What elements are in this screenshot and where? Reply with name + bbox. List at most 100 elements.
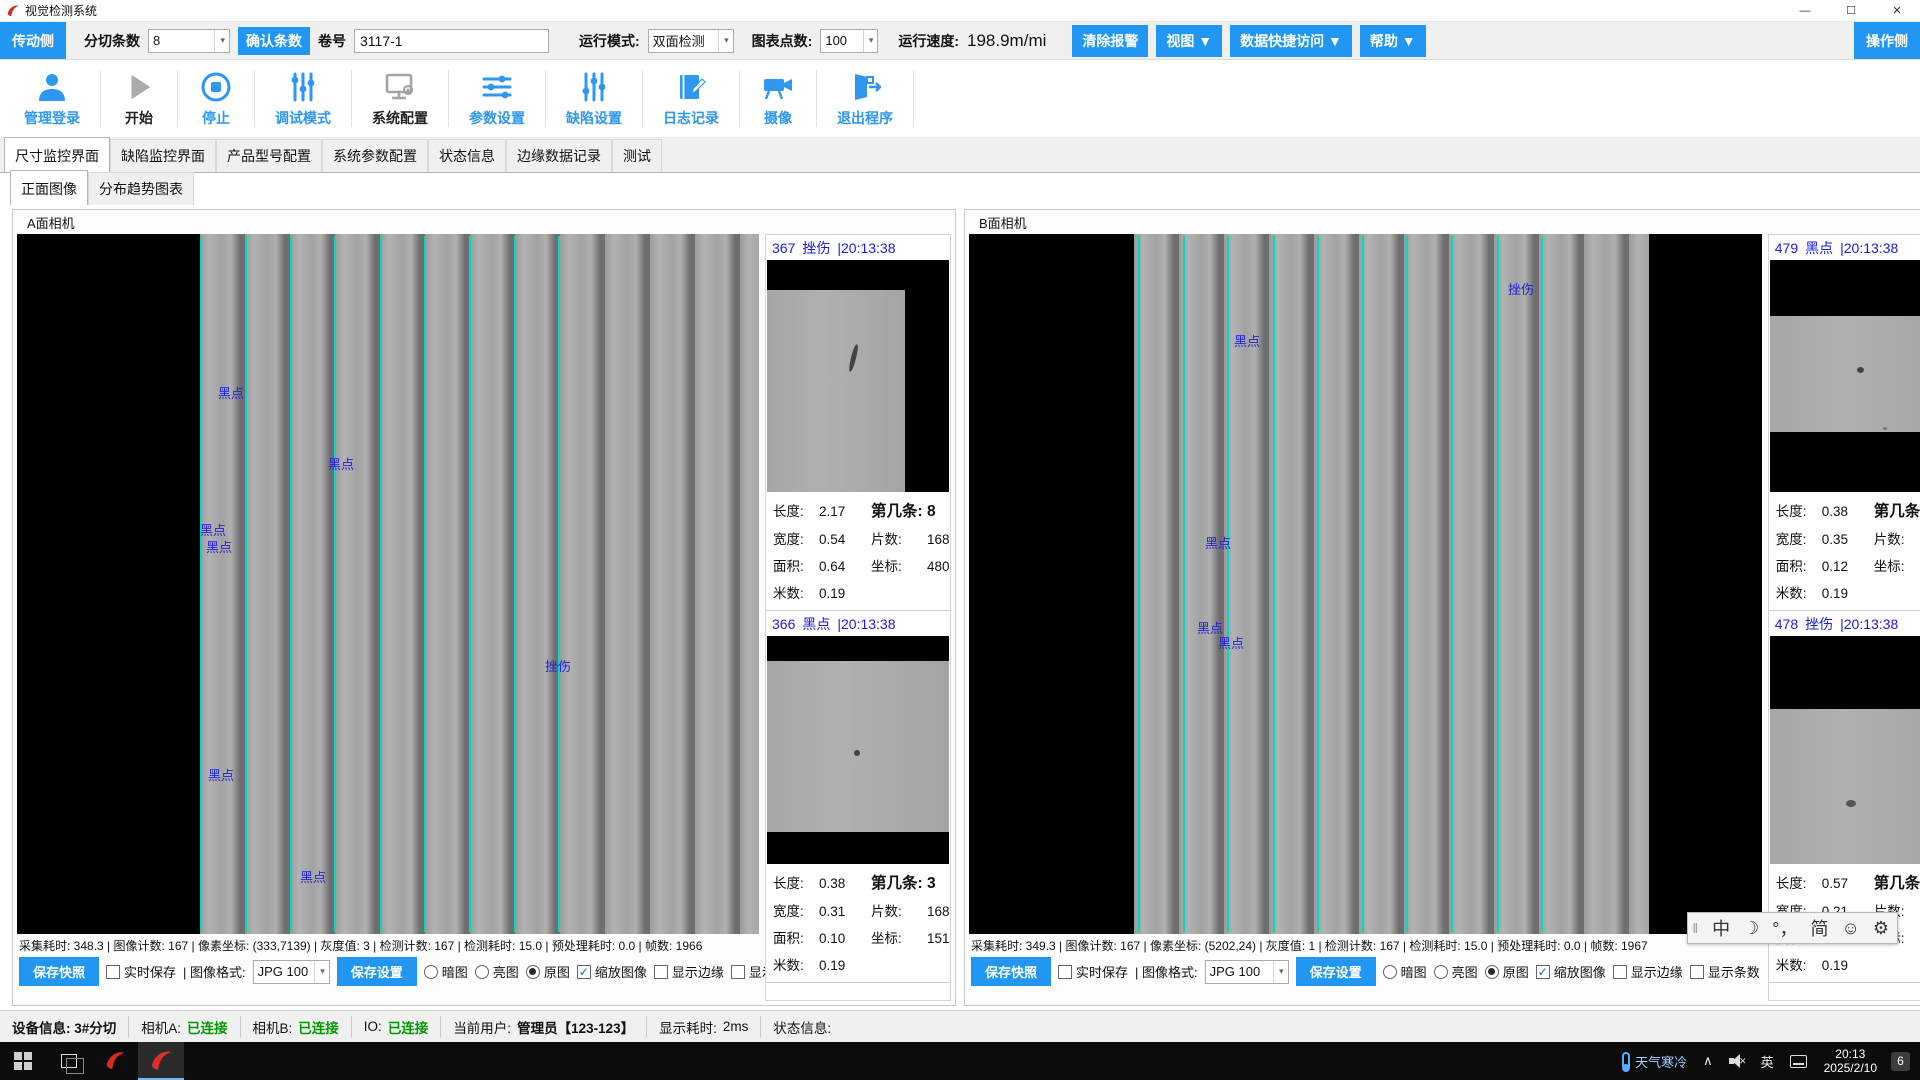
- close-button[interactable]: ✕: [1874, 0, 1920, 22]
- run-mode-select[interactable]: 双面检测 ▾: [648, 29, 734, 53]
- original-image-radio[interactable]: [1485, 965, 1499, 979]
- hidden-icons-button[interactable]: ∧: [1696, 1042, 1720, 1080]
- weather-widget[interactable]: 天气寒冷: [1615, 1042, 1694, 1080]
- param-settings-button[interactable]: 参数设置: [449, 60, 545, 137]
- original-image-radio[interactable]: [526, 965, 540, 979]
- defect-settings-button[interactable]: 缺陷设置: [546, 60, 642, 137]
- debug-mode-button[interactable]: 调试模式: [255, 60, 351, 137]
- bright-image-radio[interactable]: [1434, 965, 1448, 979]
- tab-test[interactable]: 测试: [612, 139, 662, 172]
- notification-badge[interactable]: 6: [1891, 1052, 1910, 1071]
- ime-halfwidth-moon-button[interactable]: ☽: [1743, 918, 1759, 939]
- start-button[interactable]: 开始: [101, 60, 177, 137]
- dark-image-radio[interactable]: [1383, 965, 1397, 979]
- camera-a-defect-list: 367 挫伤 |20:13:38 长度:2.17第几条:8 宽度:0.54片数:…: [765, 234, 951, 1001]
- help-menu-button[interactable]: 帮助 ▼: [1360, 25, 1426, 57]
- exit-program-button[interactable]: 退出程序: [817, 60, 913, 137]
- pinned-app-button[interactable]: [92, 1042, 138, 1080]
- dark-image-radio[interactable]: [424, 965, 438, 979]
- save-settings-button[interactable]: 保存设置: [1296, 957, 1376, 986]
- ime-settings-gear-button[interactable]: ⚙: [1873, 918, 1889, 939]
- admin-login-button[interactable]: 管理登录: [4, 60, 100, 137]
- chevron-down-icon: ▾: [863, 30, 874, 52]
- defect-type: 挫伤: [802, 238, 830, 258]
- strip-boundary-line: [1317, 236, 1319, 932]
- confirm-count-button[interactable]: 确认条数: [238, 27, 310, 55]
- realtime-save-checkbox[interactable]: [1058, 965, 1072, 979]
- ime-emoji-button[interactable]: ☺: [1841, 918, 1859, 939]
- slit-count-select[interactable]: 8 ▾: [148, 29, 230, 53]
- show-edges-checkbox[interactable]: [1613, 965, 1627, 979]
- show-count-checkbox[interactable]: [1690, 965, 1704, 979]
- defect-id: 479: [1775, 240, 1798, 256]
- tab-size-monitor[interactable]: 尺寸监控界面: [4, 137, 110, 172]
- view-menu-button[interactable]: 视图 ▼: [1156, 25, 1222, 57]
- capture-button[interactable]: 摄像: [740, 60, 816, 137]
- ime-chinese-mode-button[interactable]: 中: [1712, 915, 1730, 941]
- device-info: 设备信息: 3#分切: [0, 1016, 129, 1038]
- taskbar-clock[interactable]: 20:13 2025/2/10: [1816, 1047, 1885, 1075]
- stop-button[interactable]: 停止: [178, 60, 254, 137]
- roll-number-label: 卷号: [318, 31, 346, 51]
- running-app-button[interactable]: [138, 1042, 184, 1080]
- defect-thumbnail[interactable]: [767, 636, 949, 864]
- image-format-select[interactable]: JPG 100 ▾: [1205, 960, 1289, 984]
- defect-id: 478: [1775, 616, 1798, 632]
- task-view-button[interactable]: [46, 1042, 92, 1080]
- log-record-button[interactable]: 日志记录: [643, 60, 739, 137]
- meas-value: 0.38: [1822, 504, 1874, 519]
- show-edges-checkbox[interactable]: [654, 965, 668, 979]
- tab-front-image[interactable]: 正面图像: [10, 170, 88, 205]
- io-conn-label: IO:: [364, 1019, 382, 1034]
- image-format-select[interactable]: JPG 100 ▾: [253, 960, 330, 984]
- ime-punctuation-button[interactable]: °，: [1772, 915, 1797, 941]
- save-snapshot-button[interactable]: 保存快照: [19, 957, 99, 986]
- meas-value: 168: [927, 532, 951, 547]
- camera-b-panel: B面相机 挫伤: [964, 209, 1920, 1006]
- defect-card[interactable]: 366 黑点 |20:13:38 长度:0.38第几条:3 宽度:0.31片数:…: [766, 611, 950, 983]
- minimize-button[interactable]: —: [1782, 0, 1828, 22]
- zoom-image-checkbox[interactable]: [577, 965, 591, 979]
- start-menu-button[interactable]: [0, 1042, 46, 1080]
- defect-marker-label: 黑点: [1234, 331, 1260, 350]
- chart-points-select[interactable]: 100 ▾: [820, 29, 878, 53]
- volume-button[interactable]: ✕: [1722, 1042, 1752, 1080]
- save-snapshot-button[interactable]: 保存快照: [971, 957, 1051, 986]
- weather-text: 天气寒冷: [1635, 1052, 1687, 1071]
- save-settings-button[interactable]: 保存设置: [337, 957, 417, 986]
- defect-thumbnail[interactable]: [1770, 636, 1920, 864]
- show-count-checkbox[interactable]: [731, 965, 745, 979]
- bright-image-radio[interactable]: [475, 965, 489, 979]
- clear-alarm-button[interactable]: 清除报警: [1072, 25, 1148, 57]
- zoom-image-checkbox[interactable]: [1536, 965, 1550, 979]
- system-config-button[interactable]: 系统配置: [352, 60, 448, 137]
- state-info-label: 状态信息:: [773, 1017, 831, 1037]
- tab-distribution-trend-chart[interactable]: 分布趋势图表: [88, 172, 194, 205]
- tab-defect-monitor[interactable]: 缺陷监控界面: [110, 139, 216, 172]
- tab-system-param-config[interactable]: 系统参数配置: [322, 139, 428, 172]
- drive-side-button[interactable]: 传动侧: [0, 22, 66, 59]
- defect-thumbnail[interactable]: [767, 260, 949, 492]
- ime-drag-handle[interactable]: ‖: [1692, 920, 1699, 936]
- meas-label: 米数:: [1776, 954, 1822, 974]
- tab-product-model-config[interactable]: 产品型号配置: [216, 139, 322, 172]
- defect-thumbnail[interactable]: [1770, 260, 1920, 492]
- vertical-sliders-icon: [285, 70, 321, 104]
- camera-a-live-image[interactable]: 黑点 黑点 黑点 黑点 挫伤 黑点 黑点: [17, 234, 759, 934]
- realtime-save-checkbox[interactable]: [106, 965, 120, 979]
- defect-card[interactable]: 367 挫伤 |20:13:38 长度:2.17第几条:8 宽度:0.54片数:…: [766, 235, 950, 611]
- touch-keyboard-button[interactable]: [1783, 1042, 1814, 1080]
- app-logo-icon: [104, 1050, 126, 1072]
- quick-access-menu-button[interactable]: 数据快捷访问 ▼: [1230, 25, 1352, 57]
- meas-value: 0.38: [819, 876, 871, 891]
- operator-side-button[interactable]: 操作侧: [1854, 22, 1920, 59]
- language-indicator[interactable]: 英: [1754, 1042, 1781, 1080]
- maximize-button[interactable]: ☐: [1828, 0, 1874, 22]
- ime-simplified-button[interactable]: 简: [1810, 915, 1828, 941]
- camera-b-live-image[interactable]: 挫伤 黑点 黑点 黑点 黑点: [969, 234, 1762, 934]
- tab-edge-data-record[interactable]: 边缘数据记录: [506, 139, 612, 172]
- show-edges-label: 显示边缘: [1631, 962, 1683, 981]
- roll-number-input[interactable]: 3117-1: [354, 29, 549, 53]
- defect-card[interactable]: 479 黑点 |20:13:38 长度:0.38第几条:4 宽度:0.35片数:…: [1769, 235, 1920, 611]
- tab-status-info[interactable]: 状态信息: [428, 139, 506, 172]
